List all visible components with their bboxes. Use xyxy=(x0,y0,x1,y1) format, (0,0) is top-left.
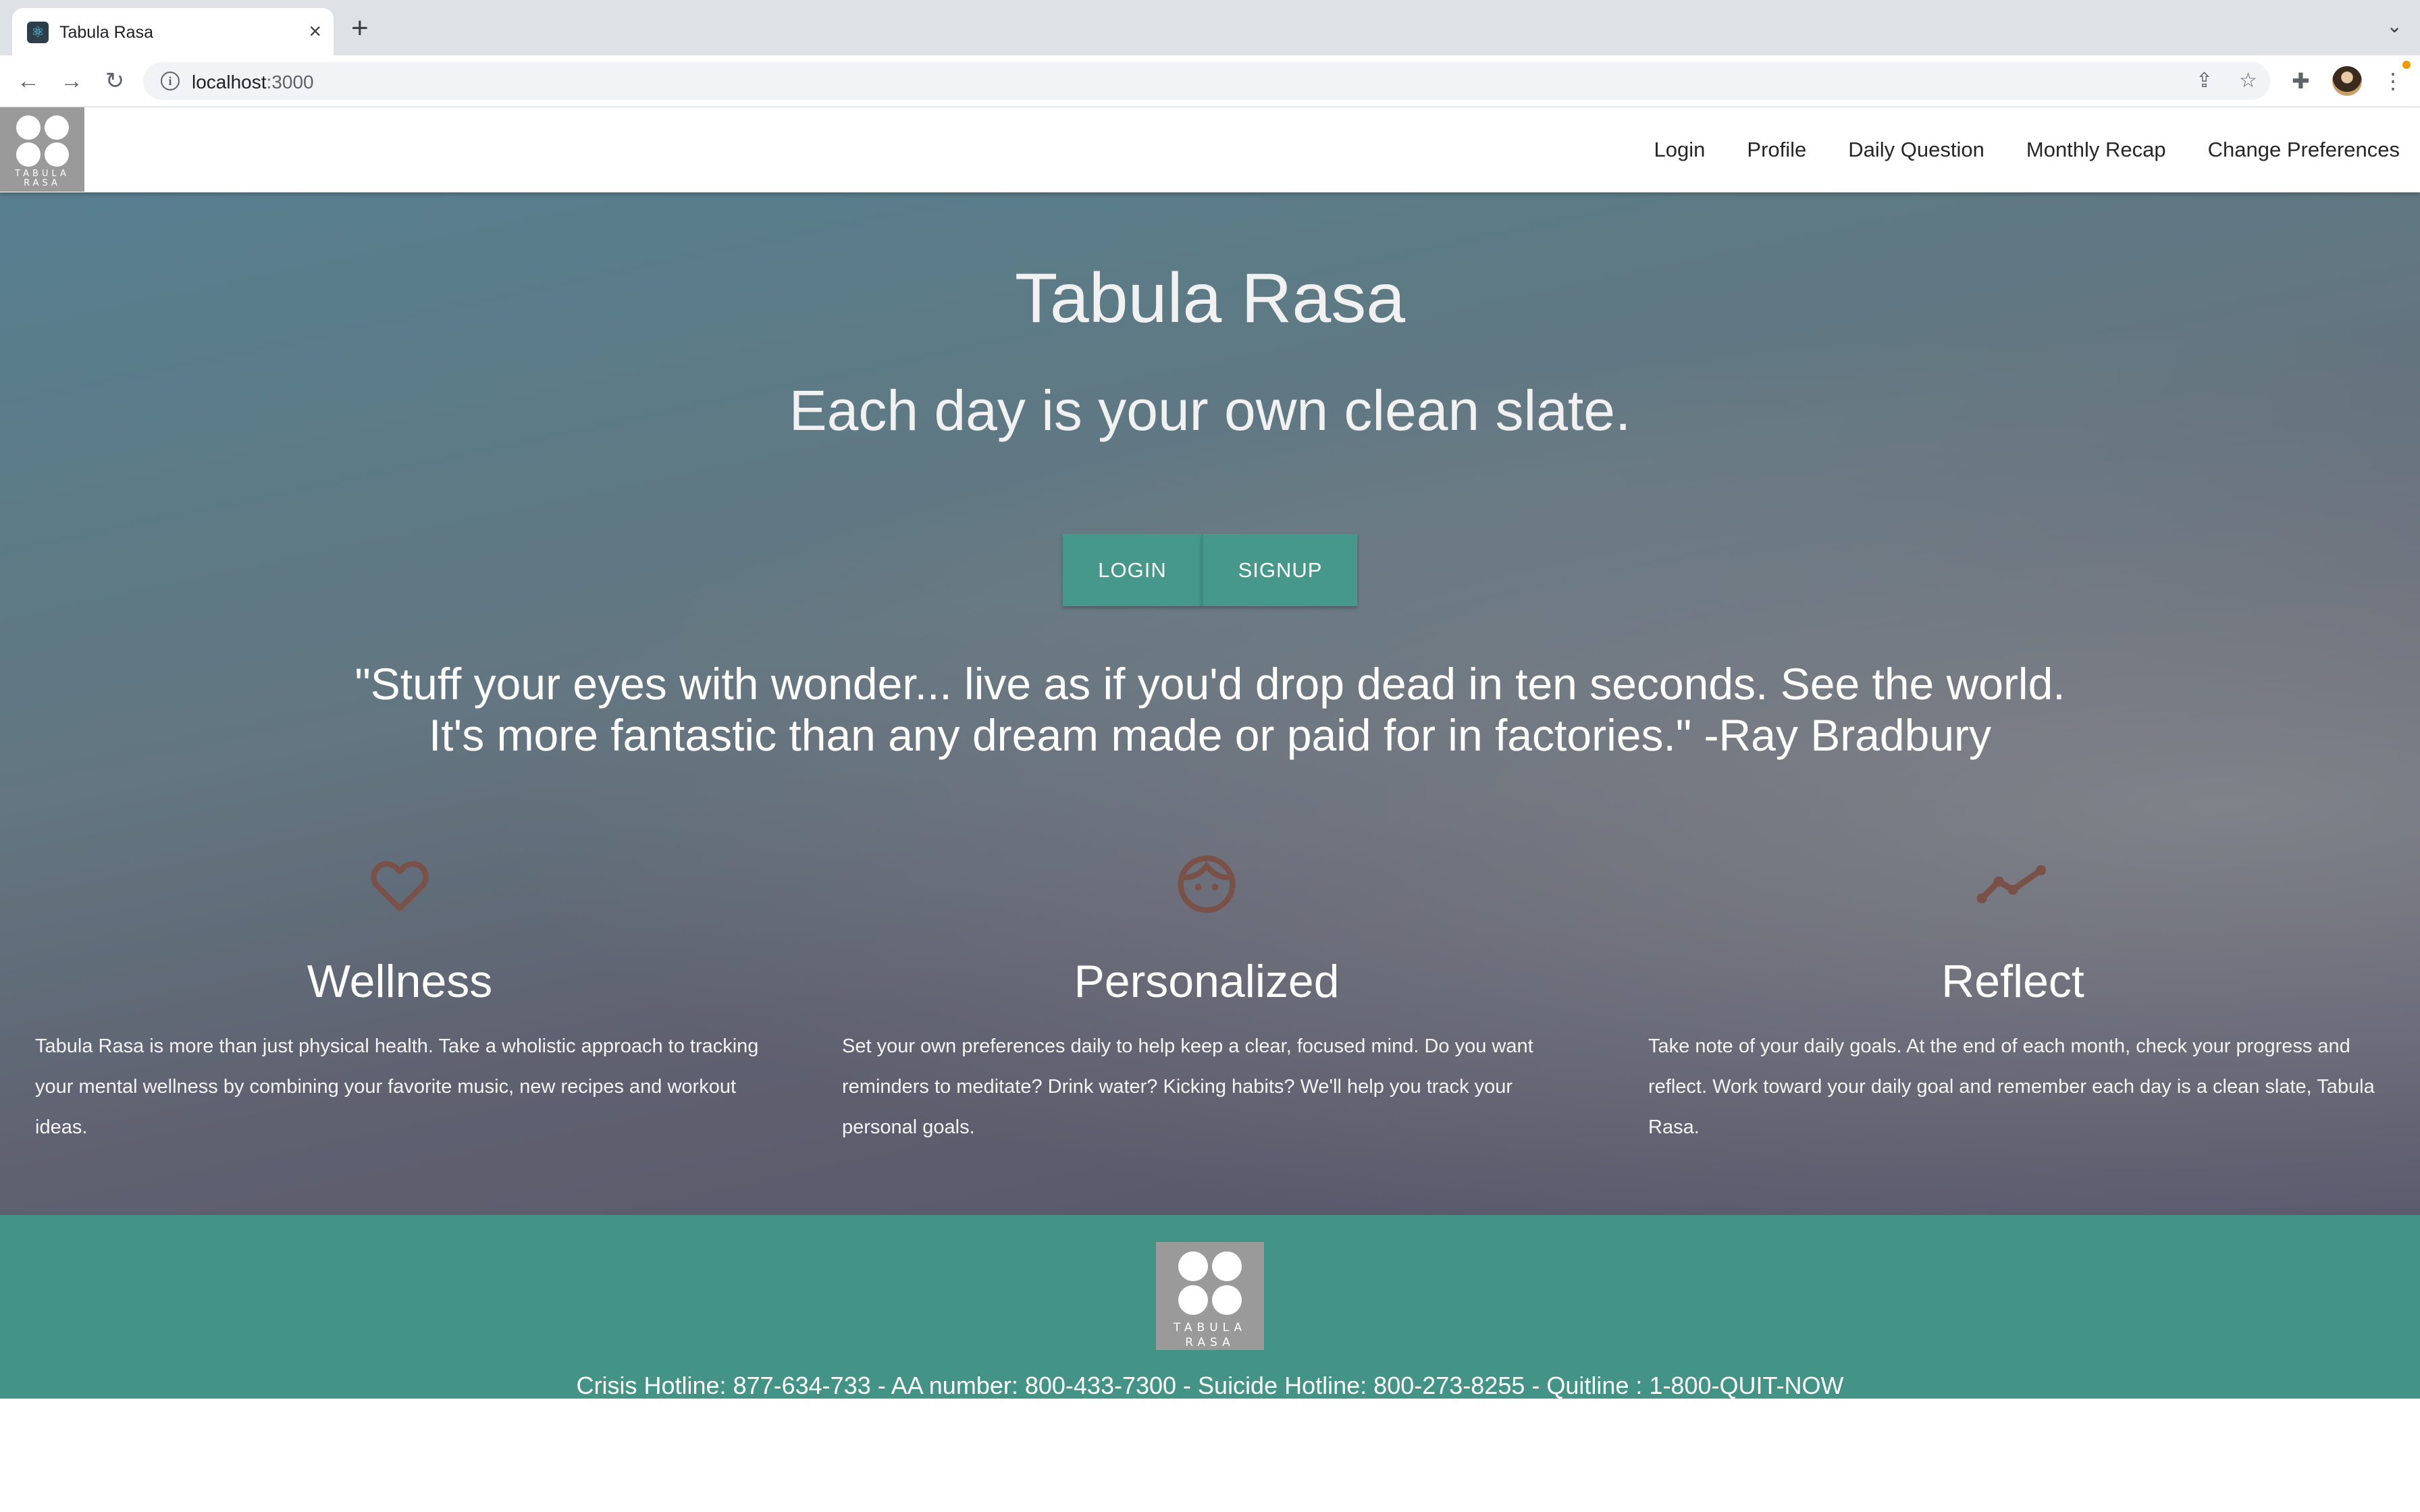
nav-daily-question-link[interactable]: Daily Question xyxy=(1848,138,1984,162)
hero-title: Tabula Rasa xyxy=(1014,259,1406,338)
react-favicon-icon: ⚛ xyxy=(27,22,49,43)
back-arrow-icon[interactable]: ← xyxy=(15,68,42,94)
trending-line-icon xyxy=(1648,850,2377,918)
hotline-info: Crisis Hotline: 877-634-733 - AA number:… xyxy=(576,1372,1844,1399)
nav-change-preferences-link[interactable]: Change Preferences xyxy=(2208,138,2400,162)
tab-title: Tabula Rasa xyxy=(59,23,153,42)
feature-description: Set your own preferences daily to help k… xyxy=(842,1035,1533,1138)
url-text[interactable]: localhost:3000 xyxy=(192,72,314,93)
reload-icon[interactable]: ↻ xyxy=(101,68,128,94)
bookmark-star-icon[interactable]: ☆ xyxy=(2239,70,2257,92)
site-info-icon[interactable]: i xyxy=(161,72,180,90)
logo-dot xyxy=(45,115,69,140)
footer-logo: TABULA RASA xyxy=(1156,1242,1264,1350)
nav-login-link[interactable]: Login xyxy=(1654,138,1706,162)
update-indicator-dot xyxy=(2402,61,2411,69)
url-host: localhost xyxy=(192,72,267,92)
quote-line-2: It's more fantastic than any dream made … xyxy=(428,710,1992,760)
feature-title: Wellness xyxy=(307,956,493,1007)
face-icon xyxy=(842,850,1571,918)
logo-dot xyxy=(45,142,69,167)
logo-dot xyxy=(1212,1285,1242,1315)
footer: TABULA RASA Crisis Hotline: 877-634-733 … xyxy=(0,1215,2420,1399)
logo-dot xyxy=(1212,1251,1242,1281)
feature-title: Personalized xyxy=(1074,956,1340,1007)
url-port: :3000 xyxy=(266,72,314,92)
navbar-logo[interactable]: TABULA RASA xyxy=(0,107,84,192)
nav-monthly-recap-link[interactable]: Monthly Recap xyxy=(2026,138,2166,162)
signup-button[interactable]: SIGNUP xyxy=(1202,534,1357,606)
feature-title: Reflect xyxy=(1941,956,2084,1007)
logo-wordmark: TABULA RASA xyxy=(1173,1321,1247,1349)
address-bar[interactable]: i localhost:3000 ⇪ ☆ xyxy=(143,62,2270,100)
logo-dot xyxy=(1178,1285,1208,1315)
new-tab-icon[interactable]: + xyxy=(351,14,369,43)
browser-toolbar: ← → ↻ i localhost:3000 ⇪ ☆ ✚ ⋮ xyxy=(0,55,2420,107)
app-navbar: TABULA RASA Login Profile Daily Question… xyxy=(0,107,2420,192)
quote-line-1: "Stuff your eyes with wonder... live as … xyxy=(354,659,2066,709)
quote: "Stuff your eyes with wonder... live as … xyxy=(0,658,2420,761)
logo-dot xyxy=(16,115,41,140)
logo-dot xyxy=(16,142,41,167)
forward-arrow-icon[interactable]: → xyxy=(58,68,85,94)
feature-description: Take note of your daily goals. At the en… xyxy=(1648,1035,2375,1138)
hero-subtitle: Each day is your own clean slate. xyxy=(789,379,1631,442)
feature-description: Tabula Rasa is more than just physical h… xyxy=(35,1035,759,1138)
logo-dot xyxy=(1178,1251,1208,1281)
close-tab-icon[interactable]: × xyxy=(309,18,321,45)
browser-tab[interactable]: ⚛ Tabula Rasa × xyxy=(12,8,334,55)
browser-tabstrip: ⚛ Tabula Rasa × + ⌄ xyxy=(0,0,2420,55)
extensions-puzzle-icon[interactable]: ✚ xyxy=(2292,68,2310,94)
nav-profile-link[interactable]: Profile xyxy=(1747,138,1806,162)
profile-avatar[interactable] xyxy=(2332,66,2362,96)
hero-section: Tabula Rasa Each day is your own clean s… xyxy=(0,192,2420,1215)
nav-links: Login Profile Daily Question Monthly Rec… xyxy=(1654,107,2400,192)
chevron-down-icon[interactable]: ⌄ xyxy=(2387,15,2402,37)
logo-wordmark: TABULA RASA xyxy=(15,169,70,188)
share-icon[interactable]: ⇪ xyxy=(2196,70,2213,92)
login-button[interactable]: LOGIN xyxy=(1063,534,1202,606)
heart-icon xyxy=(35,850,764,918)
browser-menu-icon[interactable]: ⋮ xyxy=(2382,68,2404,94)
